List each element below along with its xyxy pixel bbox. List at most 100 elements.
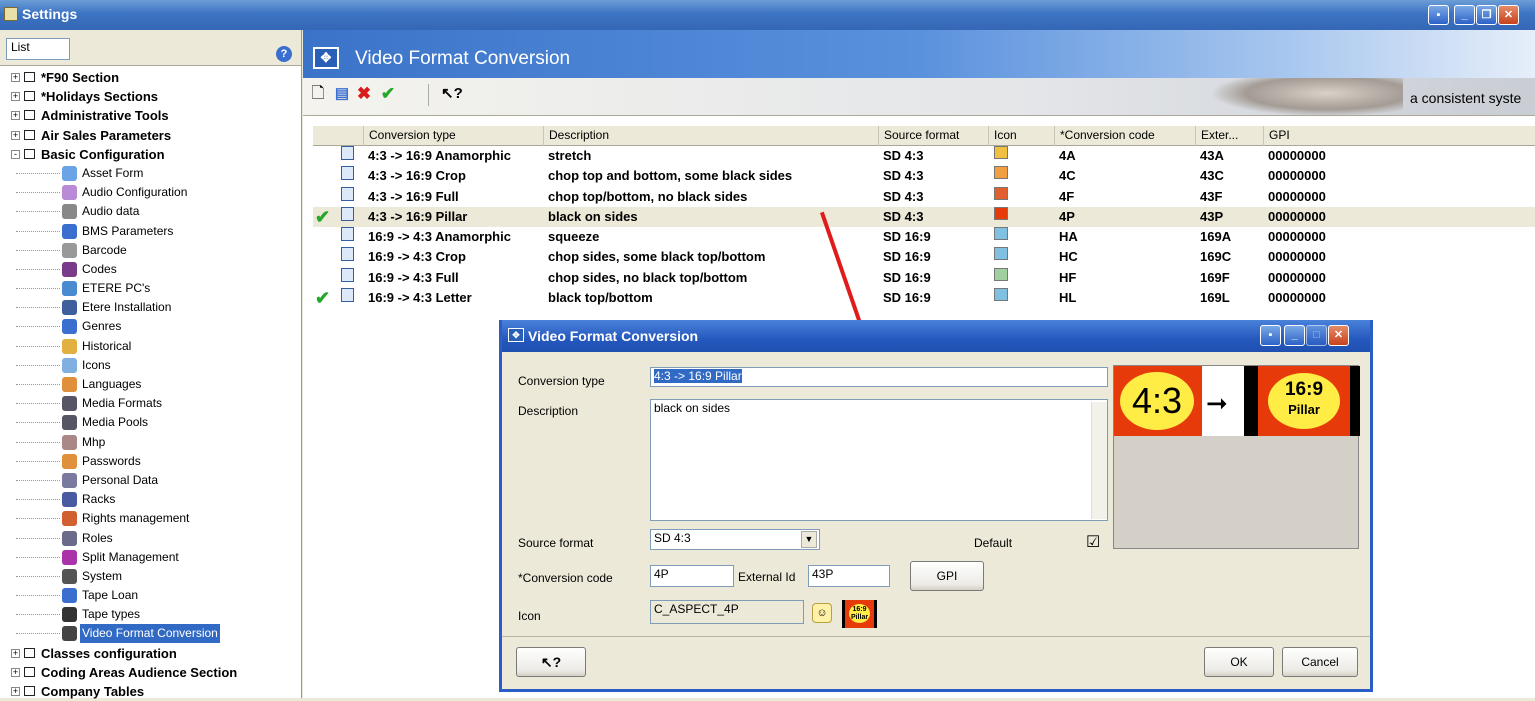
tree-item[interactable]: Split Management (0, 548, 300, 567)
cell-code: HC (1059, 249, 1078, 265)
expand-icon[interactable]: + (11, 648, 20, 658)
help-icon[interactable]: ? (276, 46, 292, 62)
table-row[interactable]: 16:9 -> 4:3 Crop chop sides, some black t… (313, 247, 1535, 267)
tree-item[interactable]: Tape types (0, 605, 300, 624)
browse-icon[interactable]: ☺ (812, 603, 832, 623)
expand-icon[interactable]: + (11, 667, 20, 677)
default-label: Default (974, 536, 1013, 550)
tree-item[interactable]: Audio Configuration (0, 183, 300, 202)
column-header[interactable]: Description (543, 126, 878, 146)
record-icon (341, 166, 354, 181)
expand-icon[interactable]: + (11, 130, 20, 140)
column-header[interactable]: Source format (878, 126, 988, 146)
minimize-button[interactable]: _ (1454, 5, 1475, 25)
description-scrollbar[interactable] (1091, 402, 1107, 519)
tree-connector (16, 403, 60, 405)
delete-icon[interactable]: ✖ (355, 84, 373, 104)
cell-desc: chop sides, some black top/bottom (548, 249, 766, 265)
tree-item[interactable]: Asset Form (0, 164, 300, 183)
expand-icon[interactable]: + (11, 92, 20, 102)
new-icon[interactable]: 🗋 (309, 84, 327, 104)
tree-item[interactable]: Racks (0, 490, 300, 509)
tree-item[interactable]: ETERE PC's (0, 279, 300, 298)
table-row[interactable]: 4:3 -> 16:9 Full chop top/bottom, no blac… (313, 186, 1535, 207)
maximize-button[interactable]: ❐ (1476, 5, 1497, 25)
conversion-type-field[interactable]: 4:3 -> 16:9 Pillar (650, 367, 1108, 387)
tree-item[interactable]: Media Formats (0, 394, 300, 413)
table-row[interactable]: 16:9 -> 4:3 Anamorphic squeeze SD 16:9 HA 16… (313, 227, 1535, 247)
tree-item[interactable]: Roles (0, 529, 300, 548)
table-row[interactable]: 16:9 -> 4:3 Full chop sides, no black top… (313, 267, 1535, 288)
cancel-button[interactable]: Cancel (1282, 647, 1358, 677)
column-header[interactable]: *Conversion code (1054, 126, 1195, 146)
tree-item-label: *F90 Section (41, 70, 120, 85)
tree-item[interactable]: Tape Loan (0, 586, 300, 605)
default-checkbox[interactable]: ☑ (1086, 532, 1100, 552)
tree-item[interactable]: Icons (0, 356, 300, 375)
tree-item[interactable]: Mhp (0, 433, 300, 452)
tree-item[interactable]: System (0, 567, 300, 586)
dialog-maximize-button[interactable]: □ (1306, 325, 1327, 346)
tree-item[interactable]: Languages (0, 375, 300, 394)
column-header[interactable]: Icon (988, 126, 1054, 146)
tree-item[interactable]: + Company Tables (0, 682, 300, 701)
tree-item[interactable]: - Basic Configuration (0, 145, 300, 164)
tree-item[interactable]: Genres (0, 317, 300, 336)
gpi-button[interactable]: GPI (910, 561, 984, 591)
collapse-icon[interactable]: - (11, 149, 20, 159)
conversion-code-field[interactable]: 4P (650, 565, 734, 587)
tree-item[interactable]: Passwords (0, 452, 300, 471)
tree-item[interactable]: + *F90 Section (0, 68, 300, 87)
table-row[interactable]: ✔ 16:9 -> 4:3 Letter black top/bottom SD 16… (313, 288, 1535, 308)
tree-connector (16, 345, 60, 347)
tree-item[interactable]: Barcode (0, 241, 300, 260)
cell-ext: 169A (1200, 229, 1232, 245)
tree-item[interactable]: BMS Parameters (0, 222, 300, 241)
confirm-icon[interactable]: ✔ (379, 84, 397, 104)
tree-item[interactable]: + Classes configuration (0, 644, 300, 663)
table-row[interactable]: ✔ 4:3 -> 16:9 Pillar black on sides SD 4:3 4… (313, 206, 1535, 228)
tree-item[interactable]: + Coding Areas Audience Section (0, 663, 300, 682)
restore-icon[interactable]: ▪ (1428, 5, 1449, 25)
tree-item[interactable]: Video Format Conversion (0, 624, 300, 644)
tree-item[interactable]: Etere Installation (0, 298, 300, 317)
expand-icon[interactable]: + (11, 73, 20, 82)
tree-item[interactable]: Rights management (0, 509, 300, 528)
icon-field[interactable]: C_ASPECT_4P (650, 600, 804, 624)
list-tab[interactable]: List (6, 38, 70, 60)
tree-item[interactable]: Audio data (0, 202, 300, 221)
settings-tree[interactable]: + *F90 Section + *Holidays Sections + Adminis… (0, 68, 300, 701)
dialog-minimize-button[interactable]: _ (1284, 325, 1305, 346)
external-id-field[interactable]: 43P (808, 565, 890, 587)
column-header[interactable]: Exter... (1195, 126, 1263, 146)
edit-dialog: ✥ Video Format Conversion ▪ _ □ ✕ Conver… (499, 320, 1373, 692)
expand-icon[interactable]: + (11, 687, 20, 696)
ok-button[interactable]: OK (1204, 647, 1274, 677)
close-button[interactable]: ✕ (1498, 5, 1519, 25)
tree-item-label: Rights management (82, 511, 190, 526)
source-format-select[interactable]: SD 4:3 ▼ (650, 529, 820, 550)
tree-item[interactable]: + *Holidays Sections (0, 87, 300, 106)
preview-arrow-icon: ➞ (1206, 388, 1228, 418)
tree-connector (16, 441, 60, 443)
table-row[interactable]: 4:3 -> 16:9 Anamorphic stretch SD 4:3 4A 43A… (313, 146, 1535, 166)
tree-item[interactable]: Codes (0, 260, 300, 279)
dialog-restore-icon[interactable]: ▪ (1260, 325, 1281, 346)
context-help-icon[interactable]: ↖? (441, 84, 463, 104)
column-header[interactable]: GPI (1263, 126, 1535, 146)
dialog-close-button[interactable]: ✕ (1328, 325, 1349, 346)
tree-item-label: Languages (82, 377, 142, 391)
table-row[interactable]: 4:3 -> 16:9 Crop chop top and bottom, som… (313, 166, 1535, 186)
tree-item[interactable]: + Administrative Tools (0, 106, 300, 125)
tree-item[interactable]: Personal Data (0, 471, 300, 490)
tree-item[interactable]: Media Pools (0, 413, 300, 432)
tree-item[interactable]: + Air Sales Parameters (0, 126, 300, 145)
column-header[interactable]: Conversion type (363, 126, 543, 146)
save-icon[interactable]: ▤ (333, 84, 351, 104)
expand-icon[interactable]: + (11, 111, 20, 121)
tree-connector (16, 537, 60, 539)
tree-item[interactable]: Historical (0, 337, 300, 356)
context-help-button[interactable]: ↖? (516, 647, 586, 677)
tree-item-label: Video Format Conversion (80, 624, 220, 644)
description-field[interactable]: black on sides (650, 399, 1108, 521)
